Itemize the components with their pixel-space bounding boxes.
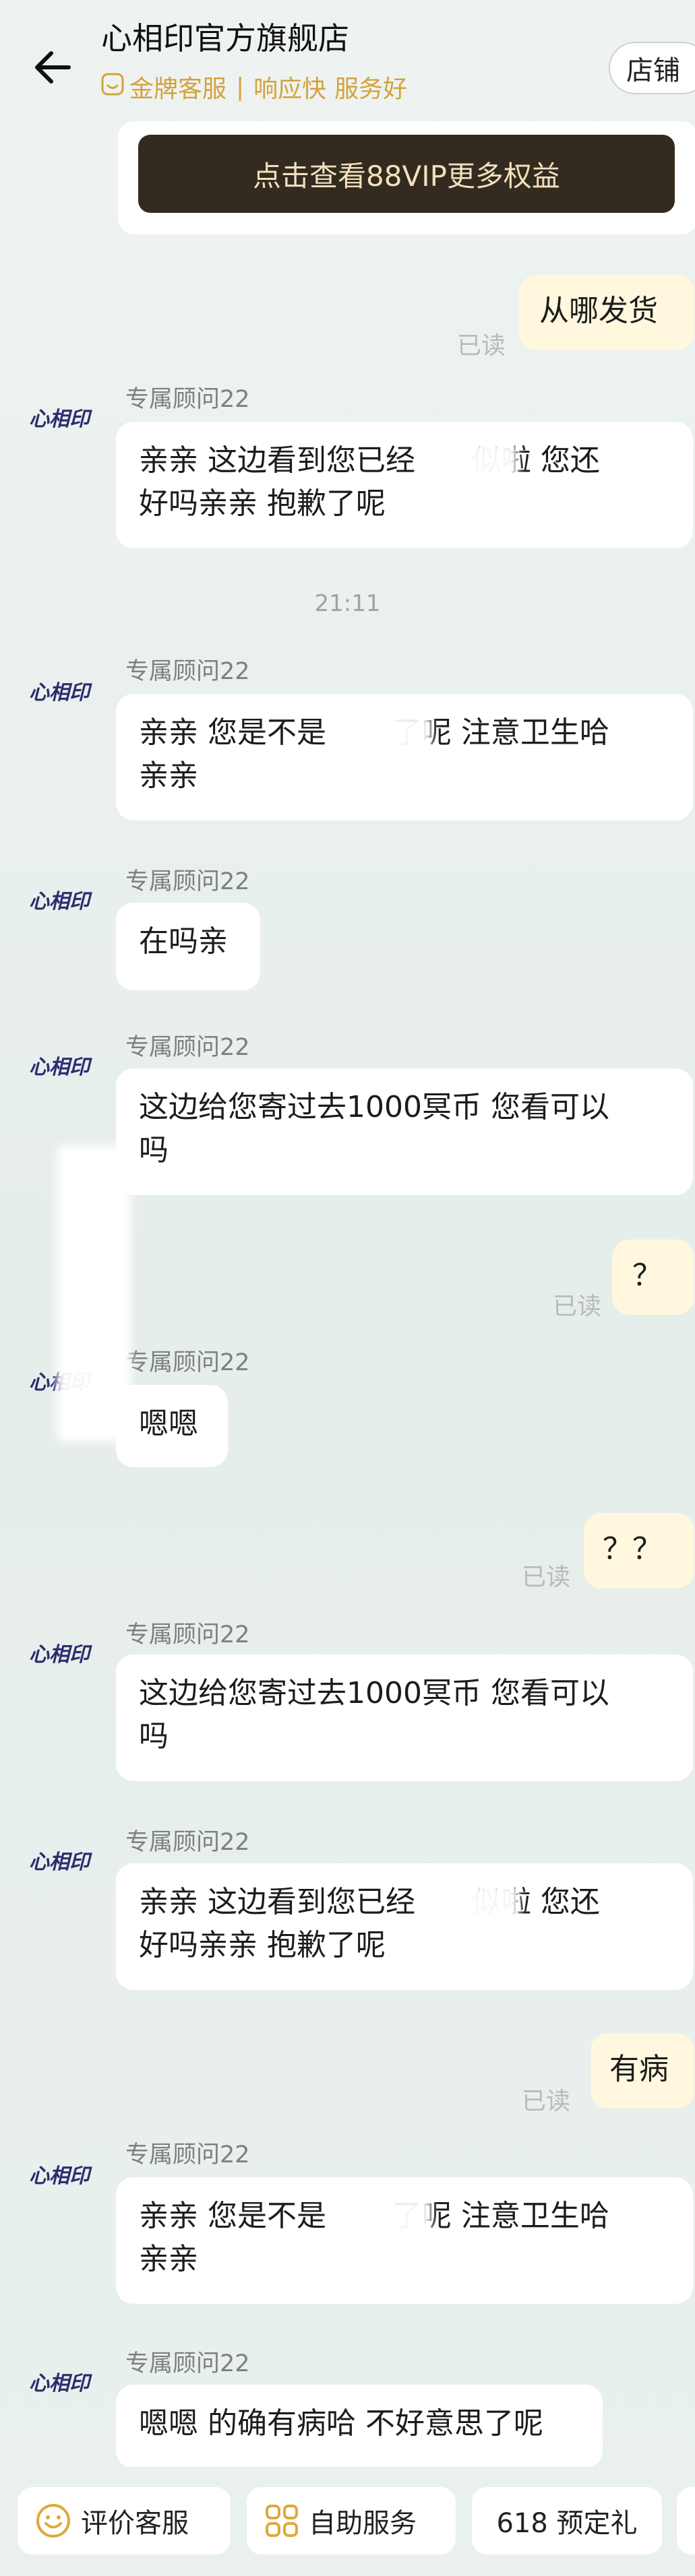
agent-message-bubble[interactable]: 亲亲 您是不是 了呢 注意卫生哈 亲亲 — [116, 2177, 693, 2304]
timestamp: 21:11 — [314, 590, 381, 617]
brand-logo: 心相印 — [29, 2164, 90, 2188]
brand-logo: 心相印 — [29, 681, 90, 705]
brand-logo: 心相印 — [29, 1056, 90, 1079]
agent-name: 专属顾问22 — [125, 2142, 250, 2168]
self-service-button[interactable]: 自助服务 — [247, 2487, 456, 2554]
redaction-mask — [344, 714, 431, 754]
agent-message-bubble[interactable]: 嗯嗯 的确有病哈 不好意思了呢 — [116, 2385, 603, 2468]
fast-response-tag: 响应快 — [253, 75, 327, 103]
agent-avatar[interactable]: 心相印 — [20, 2150, 101, 2197]
my-message-bubble[interactable]: 有病 — [591, 2033, 694, 2108]
chat-screen: 心相印官方旗舰店 金牌客服 | 响应快 服务好 店铺 点击查看88VIP更多权益… — [0, 0, 695, 2576]
brand-logo: 心相印 — [29, 890, 90, 913]
brand-logo: 心相印 — [29, 2372, 90, 2395]
redaction-mask — [438, 1883, 519, 1924]
back-button[interactable] — [26, 40, 80, 94]
my-message-bubble[interactable]: 从哪发货 — [519, 275, 694, 350]
shop-service-tags: 金牌客服 | 响应快 服务好 — [101, 69, 407, 104]
grid-icon — [264, 2503, 299, 2538]
agent-message-bubble[interactable]: 这边给您寄过去1000冥币 您看可以 吗 — [116, 1654, 693, 1781]
agent-name: 专属顾问22 — [125, 1621, 250, 1648]
read-status: 已读 — [553, 1293, 602, 1320]
brand-logo: 心相印 — [29, 1850, 90, 1874]
smile-badge-icon — [101, 73, 124, 102]
quick-action-bar: 评价客服 自助服务 618 预定礼 — [0, 2467, 695, 2576]
agent-name: 专属顾问22 — [125, 1349, 250, 1376]
my-message-bubble[interactable]: ？？ — [584, 1513, 694, 1588]
presale-gift-button[interactable]: 618 预定礼 — [472, 2487, 662, 2554]
agent-avatar[interactable]: 心相印 — [20, 1041, 101, 1089]
agent-avatar[interactable]: 心相印 — [20, 393, 101, 441]
agent-message-bubble[interactable]: 亲亲 这边看到您已经 似啦 您还 好吗亲亲 抱歉了呢 — [116, 422, 693, 548]
back-arrow-icon — [35, 51, 71, 84]
gold-service-badge: 金牌客服 — [129, 75, 227, 103]
redaction-mask — [437, 442, 518, 482]
agent-avatar[interactable]: 心相印 — [20, 667, 101, 714]
my-message-bubble[interactable]: ？ — [612, 1239, 694, 1315]
agent-name: 专属顾问22 — [125, 1829, 250, 1856]
vip-card: 点击查看88VIP更多权益 — [118, 121, 695, 234]
tag-divider: | — [236, 73, 245, 101]
agent-name: 专属顾问22 — [125, 868, 250, 895]
presale-gift-label: 618 预定礼 — [496, 2508, 638, 2539]
redaction-mask — [57, 1145, 131, 1442]
smile-icon — [35, 2503, 71, 2539]
vip-benefits-button[interactable]: 点击查看88VIP更多权益 — [138, 135, 675, 213]
more-actions-button[interactable] — [677, 2487, 695, 2554]
agent-avatar[interactable]: 心相印 — [20, 876, 101, 923]
agent-message-bubble[interactable]: 亲亲 您是不是 了呢 注意卫生哈 亲亲 — [116, 694, 693, 820]
rate-agent-button[interactable]: 评价客服 — [18, 2487, 231, 2554]
agent-avatar[interactable]: 心相印 — [20, 1629, 101, 1676]
read-status: 已读 — [522, 2088, 571, 2115]
shop-title: 心相印官方旗舰店 — [101, 20, 349, 57]
good-service-tag: 服务好 — [334, 75, 408, 103]
store-button[interactable]: 店铺 — [609, 42, 695, 94]
agent-avatar[interactable]: 心相印 — [20, 1836, 101, 1883]
agent-message-bubble[interactable]: 亲亲 这边看到您已经 似啦 您还 好吗亲亲 抱歉了呢 — [116, 1863, 693, 1990]
chat-header: 心相印官方旗舰店 金牌客服 | 响应快 服务好 店铺 — [0, 0, 695, 128]
read-status: 已读 — [457, 332, 506, 360]
brand-logo: 心相印 — [29, 1643, 90, 1667]
agent-message-bubble[interactable]: 嗯嗯 — [116, 1385, 228, 1467]
read-status: 已读 — [522, 1564, 571, 1591]
agent-name: 专属顾问22 — [125, 2350, 250, 2377]
agent-message-bubble[interactable]: 这边给您寄过去1000冥币 您看可以 吗 — [116, 1068, 693, 1195]
agent-name: 专属顾问22 — [125, 386, 250, 413]
self-service-label: 自助服务 — [309, 2508, 417, 2539]
rate-agent-label: 评价客服 — [81, 2508, 189, 2539]
agent-name: 专属顾问22 — [125, 658, 250, 685]
redaction-mask — [344, 2197, 431, 2238]
agent-avatar[interactable]: 心相印 — [20, 2358, 101, 2405]
brand-logo: 心相印 — [29, 408, 90, 431]
agent-name: 专属顾问22 — [125, 1034, 250, 1061]
agent-message-bubble[interactable]: 在吗亲 — [116, 903, 260, 990]
